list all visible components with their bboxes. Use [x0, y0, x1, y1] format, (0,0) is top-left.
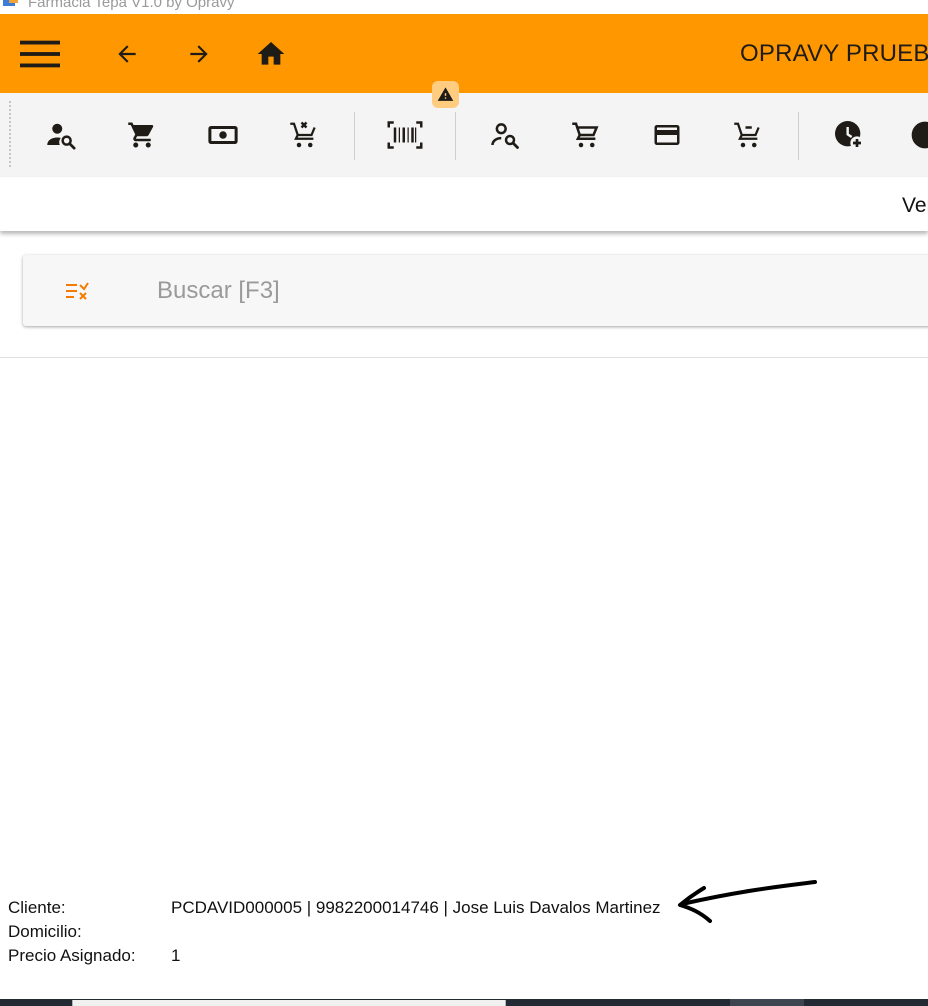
cart-remove-button[interactable]: [284, 115, 324, 155]
credit-card-icon: [654, 125, 680, 145]
arrow-right-icon: [190, 45, 208, 63]
precio-asignado-value: 1: [171, 946, 181, 965]
os-taskbar: [0, 999, 928, 1006]
credit-card-button[interactable]: [647, 115, 687, 155]
hamburger-icon: [20, 40, 60, 68]
cliente-label: Cliente:: [8, 898, 66, 917]
filter-remove-icon[interactable]: [65, 281, 89, 301]
cart-remove-outline-icon: [734, 122, 760, 148]
ventas-label[interactable]: Ventas: [902, 194, 928, 218]
cash-icon: [208, 126, 238, 144]
search-input[interactable]: [157, 275, 917, 307]
window-titlebar: Farmacia Tepa V1.0 by Opravy: [0, 0, 928, 14]
cash-button[interactable]: [203, 115, 243, 155]
warning-badge[interactable]: [432, 81, 459, 108]
arrow-left-icon: [118, 45, 136, 63]
search-card: [23, 255, 928, 326]
cart-icon: [128, 122, 154, 148]
toolbar-separator: [455, 112, 456, 160]
content-divider: [0, 357, 928, 358]
cliente-value: PCDAVID000005 | 9982200014746 | Jose Lui…: [171, 898, 661, 917]
cart-outline-icon: [572, 122, 599, 148]
home-icon: [257, 42, 285, 65]
app-icon: [3, 0, 18, 6]
precio-asignado-label: Precio Asignado:: [8, 946, 136, 965]
domicilio-label: Domicilio:: [8, 922, 82, 941]
home-button[interactable]: [251, 34, 291, 74]
toolbar-separator: [798, 112, 799, 160]
app-bar: OPRAVY PRUEBA: [0, 14, 928, 93]
clock-plus-button[interactable]: [829, 115, 869, 155]
cart-remove-icon: [290, 121, 316, 148]
cart-remove-outline-button[interactable]: [728, 115, 768, 155]
customer-search-icon: [47, 123, 76, 150]
barcode-scan-button[interactable]: [385, 115, 425, 155]
window-title: Farmacia Tepa V1.0 by Opravy: [28, 0, 235, 11]
taskbar-window-preview[interactable]: [72, 1000, 506, 1006]
clock-button[interactable]: [905, 115, 928, 155]
barcode-scan-icon: [387, 121, 423, 149]
sub-bar: Ventas: [0, 177, 928, 231]
toolbar-separator: [354, 112, 355, 160]
hand-drawn-arrow-icon: [678, 880, 817, 923]
cart-outline-button[interactable]: [566, 115, 606, 155]
icon-toolbar: [0, 93, 928, 177]
customer-search-outline-icon: [491, 123, 519, 149]
customer-search-button[interactable]: [41, 115, 81, 155]
forward-button[interactable]: [179, 34, 219, 74]
back-button[interactable]: [107, 34, 147, 74]
company-name: OPRAVY PRUEBA: [740, 40, 928, 67]
clock-plus-icon: [835, 121, 864, 150]
cart-button[interactable]: [122, 115, 162, 155]
menu-button[interactable]: [20, 34, 60, 74]
warning-icon: [437, 87, 454, 101]
customer-search-outline-button[interactable]: [485, 115, 525, 155]
taskbar-active-item[interactable]: [730, 999, 804, 1006]
toolbar-grip[interactable]: [9, 101, 13, 167]
clock-icon: [911, 121, 928, 149]
